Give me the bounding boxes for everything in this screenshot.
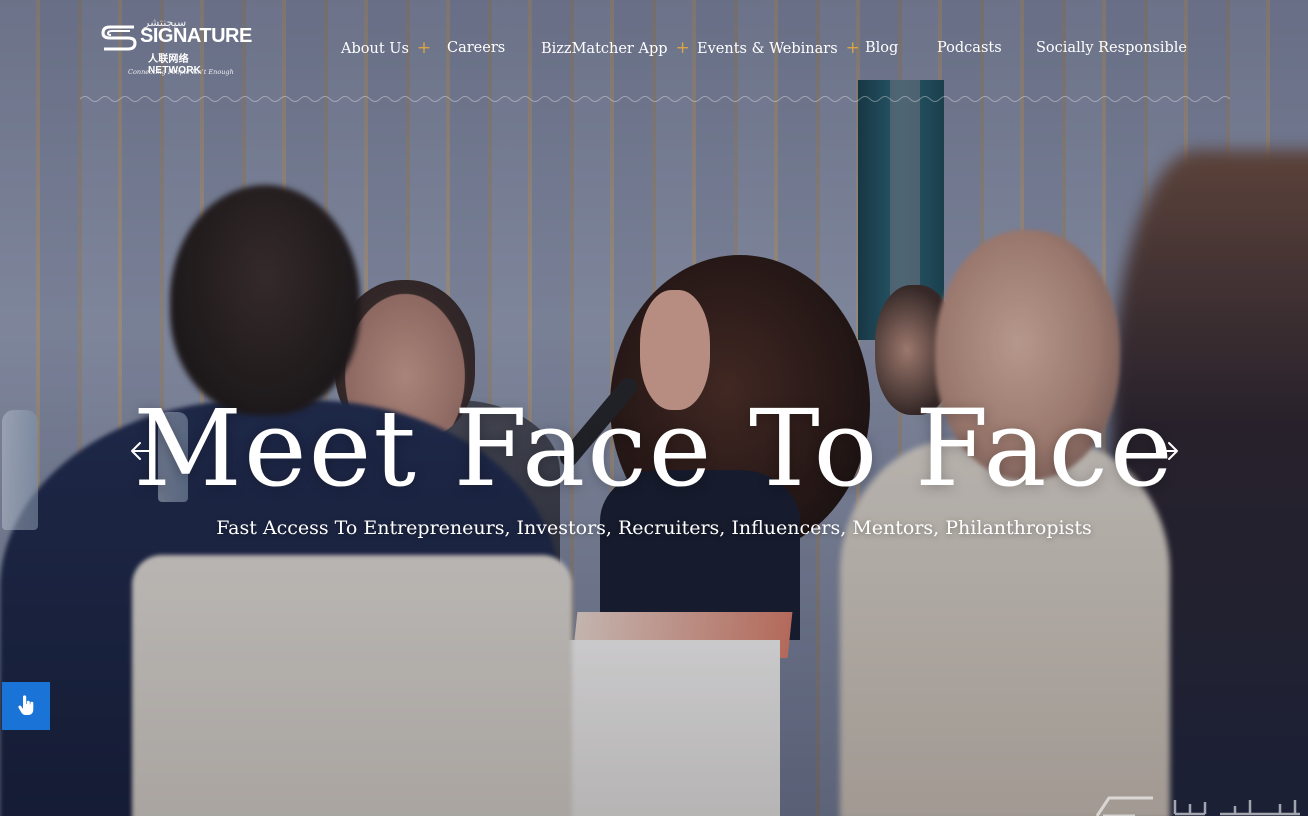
nav-item-socially-responsible[interactable]: Socially Responsible	[1036, 40, 1187, 56]
plus-icon[interactable]: +	[417, 40, 431, 57]
nav-item-bizzmatcher-app[interactable]: BizzMatcher App +	[541, 40, 690, 57]
arrow-left-icon	[131, 442, 152, 460]
slider-prev-button[interactable]	[126, 436, 156, 466]
site-logo[interactable]: سيجنتشر SIGNATURE 人联网络 NETWORK Connectin…	[100, 16, 252, 82]
nav-item-label: BizzMatcher App	[541, 40, 668, 57]
nav-item-label: Events & Webinars	[697, 40, 838, 57]
slider-next-button[interactable]	[1153, 436, 1183, 466]
nav-item-podcasts[interactable]: Podcasts	[937, 40, 1002, 56]
hand-pointer-icon	[18, 695, 34, 715]
arrow-right-icon	[1157, 442, 1178, 460]
nav-item-about-us[interactable]: About Us +	[341, 40, 431, 57]
nav-item-label: Socially Responsible	[1036, 40, 1188, 56]
plus-icon[interactable]: +	[676, 40, 690, 57]
plus-icon[interactable]: +	[846, 40, 860, 57]
nav-item-label: Blog	[865, 40, 899, 56]
nav-item-label: Podcasts	[937, 40, 1002, 56]
watermark-logo	[1095, 788, 1308, 816]
nav-item-label: About Us	[341, 40, 409, 57]
hero-subtitle: Fast Access To Entrepreneurs, Investors,…	[216, 517, 1092, 539]
nav-item-careers[interactable]: Careers	[447, 40, 505, 56]
site-header: سيجنتشر SIGNATURE 人联网络 NETWORK Connectin…	[0, 0, 1308, 104]
nav-item-label: Careers	[447, 40, 506, 56]
nav-item-events-webinars[interactable]: Events & Webinars +	[697, 40, 860, 57]
logo-brand-text: SIGNATURE	[140, 25, 252, 47]
header-divider	[80, 96, 1230, 102]
logo-tagline: Connecting People Isn't Enough	[128, 68, 234, 76]
accessibility-button[interactable]	[2, 682, 50, 730]
hero-title: Meet Face To Face	[133, 387, 1175, 510]
watermark-mark-icon	[1095, 796, 1300, 816]
nav-item-blog[interactable]: Blog	[865, 40, 898, 56]
logo-mark-icon	[101, 25, 137, 51]
